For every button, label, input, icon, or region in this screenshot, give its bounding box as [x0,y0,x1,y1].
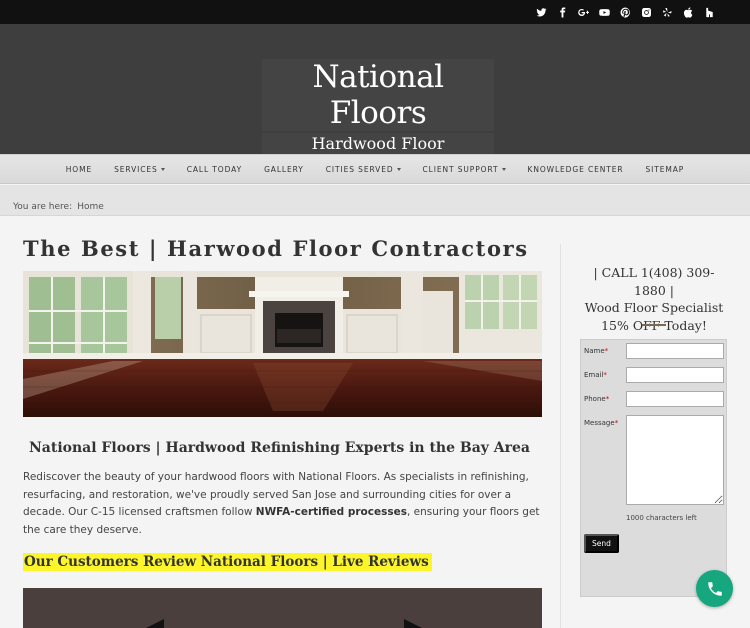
name-label-text: Name [584,347,605,355]
youtube-icon[interactable] [594,0,615,24]
specialist-line: Wood Floor Specialist [584,300,724,315]
social-bar [0,0,750,24]
reviews-slider [23,588,542,628]
main-content: The Best | Harwood Floor Contractors Nat… [0,216,750,628]
breadcrumb: You are here: Home [0,185,750,216]
facebook-icon[interactable] [552,0,573,24]
nav-item-knowledge-center[interactable]: KNOWLEDGE CENTER [528,165,624,174]
nav-label: SITEMAP [645,164,685,174]
phone-label: Phone* [584,395,609,403]
email-field[interactable] [626,367,724,383]
hero-image-hardwood-room [23,271,542,417]
nav-label: HOME [65,164,93,174]
contact-form: Name* Email* Phone* Message* 1000 charac… [580,339,727,597]
pinterest-icon[interactable] [615,0,636,24]
page-title: The Best | Harwood Floor Contractors [23,236,529,261]
breadcrumb-home-link[interactable]: Home [77,202,104,212]
main-nav: HOME SERVICES CALL TODAY GALLERY CITIES … [0,154,750,184]
message-field[interactable] [626,415,724,505]
message-label: Message* [584,419,618,427]
apple-icon[interactable] [678,0,699,24]
email-label-text: Email [584,371,604,379]
call-phone-line[interactable]: | CALL 1(408) 309-1880 | [578,264,730,299]
breadcrumb-prefix: You are here: [13,202,73,212]
site-header: National Floors Hardwood Floor Contracto… [0,24,750,177]
nav-label: KNOWLEDGE CENTER [527,164,624,174]
required-mark: * [614,419,619,427]
nav-label: CALL TODAY [186,164,243,174]
phone-icon [707,581,722,596]
call-floating-button[interactable] [696,570,733,607]
chevron-down-icon [160,168,165,171]
nav-label: GALLERY [264,164,304,174]
nav-label: CITIES SERVED [325,164,394,174]
social-icons [531,0,720,24]
sidebar-divider [642,324,666,326]
phone-label-text: Phone [584,395,606,403]
logo-title: National Floors [262,59,494,131]
required-mark: * [603,371,607,379]
nav-item-client-support[interactable]: CLIENT SUPPORT [423,165,506,174]
instagram-icon[interactable] [636,0,657,24]
required-mark: * [604,347,609,355]
required-mark: * [605,395,610,403]
slider-next-arrow-icon[interactable] [404,619,422,628]
name-label: Name* [584,347,608,355]
nav-item-services[interactable]: SERVICES [114,165,165,174]
nav-item-call-today[interactable]: CALL TODAY [187,165,242,174]
nav-item-sitemap[interactable]: SITEMAP [646,165,685,174]
column-divider [560,244,561,628]
nav-item-cities-served[interactable]: CITIES SERVED [326,165,401,174]
chars-left-counter: 1000 characters left [626,514,697,522]
nav-label: CLIENT SUPPORT [422,164,499,174]
email-label: Email* [584,371,607,379]
google-plus-icon[interactable] [573,0,594,24]
intro-paragraph: Rediscover the beauty of your hardwood f… [23,469,542,539]
yelp-icon[interactable] [657,0,678,24]
nav-label: SERVICES [114,164,158,174]
chevron-down-icon [396,168,401,171]
send-button[interactable]: Send [584,534,619,553]
intro-bold: NWFA-certified processes [255,506,407,518]
nav-item-home[interactable]: HOME [66,165,92,174]
name-field[interactable] [626,343,724,359]
houzz-icon[interactable] [699,0,720,24]
message-label-text: Message [584,419,615,427]
slider-prev-arrow-icon[interactable] [146,619,164,628]
section-subtitle: National Floors | Hardwood Refinishing E… [29,440,530,456]
reviews-heading: Our Customers Review National Floors | L… [23,553,432,571]
phone-field[interactable] [626,391,724,407]
twitter-icon[interactable] [531,0,552,24]
nav-item-gallery[interactable]: GALLERY [264,165,304,174]
chevron-down-icon [501,168,506,171]
